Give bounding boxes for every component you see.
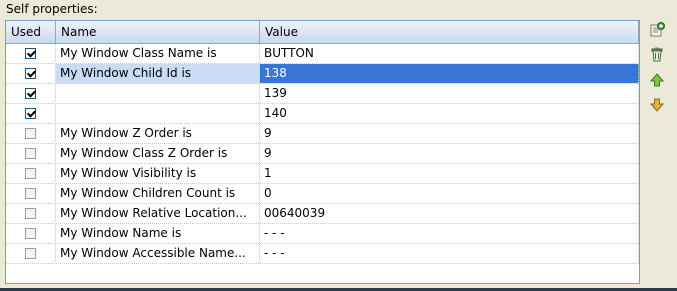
property-name-cell[interactable]: My Window Children Count is [56,184,260,203]
property-name-cell[interactable]: My Window Visibility is [56,164,260,183]
property-value-cell[interactable]: 00640039 [260,204,639,223]
table-row[interactable]: My Window Children Count is 0 [6,184,639,204]
table-row[interactable]: My Window Accessible Name... - - - [6,244,639,264]
property-value-cell[interactable]: 140 [260,104,639,123]
property-name-cell[interactable]: My Window Class Z Order is [56,144,260,163]
property-value-cell[interactable]: 138 [260,64,639,83]
property-value-cell[interactable]: 0 [260,184,639,203]
used-checkbox[interactable] [25,68,36,79]
table-row[interactable]: My Window Z Order is 9 [6,124,639,144]
used-cell [6,124,56,143]
property-name-cell[interactable]: My Window Child Id is [56,64,260,83]
used-checkbox[interactable] [25,88,36,99]
property-name-cell[interactable]: My Window Class Name is [56,44,260,63]
used-cell [6,204,56,223]
used-checkbox[interactable] [25,128,36,139]
grid-header: Used Name Value [6,21,639,44]
move-down-button[interactable] [647,95,667,114]
used-checkbox[interactable] [25,108,36,119]
table-row[interactable]: My Window Relative Location... 00640039 [6,204,639,224]
move-up-button[interactable] [647,70,667,89]
arrow-down-icon [650,98,664,112]
table-row[interactable]: My Window Class Z Order is 9 [6,144,639,164]
section-label: Self properties: [6,2,98,16]
property-name-cell[interactable]: My Window Z Order is [56,124,260,143]
used-cell [6,104,56,123]
property-value-cell[interactable]: - - - [260,224,639,243]
delete-button[interactable] [647,44,667,63]
property-name-cell[interactable] [56,104,260,123]
grid-body: My Window Class Name is BUTTON My Window C… [6,44,639,264]
table-row[interactable]: My Window Class Name is BUTTON [6,44,639,64]
property-name-cell[interactable] [56,84,260,103]
used-cell [6,84,56,103]
property-value-cell[interactable]: - - - [260,244,639,263]
used-cell [6,44,56,63]
used-cell [6,164,56,183]
used-checkbox[interactable] [25,228,36,239]
add-property-icon [650,21,665,36]
used-cell [6,244,56,263]
table-row[interactable]: 140 [6,104,639,124]
arrow-up-icon [650,72,664,86]
table-row[interactable]: 139 [6,84,639,104]
column-header-value[interactable]: Value [260,21,639,43]
property-name-cell[interactable]: My Window Name is [56,224,260,243]
table-row[interactable]: My Window Child Id is 138 [6,64,639,84]
used-checkbox[interactable] [25,148,36,159]
property-value-cell[interactable]: 9 [260,124,639,143]
used-checkbox[interactable] [25,208,36,219]
used-checkbox[interactable] [25,248,36,259]
used-cell [6,224,56,243]
table-row[interactable]: My Window Visibility is 1 [6,164,639,184]
add-property-button[interactable] [647,20,667,39]
column-header-used[interactable]: Used [6,21,56,43]
properties-grid: Used Name Value My Window Class Name is B… [5,20,640,284]
used-cell [6,144,56,163]
used-cell [6,64,56,83]
property-value-cell[interactable]: 9 [260,144,639,163]
used-checkbox[interactable] [25,188,36,199]
table-row[interactable]: My Window Name is - - - [6,224,639,244]
property-value-cell[interactable]: 139 [260,84,639,103]
property-value-cell[interactable]: BUTTON [260,44,639,63]
used-checkbox[interactable] [25,168,36,179]
column-header-name[interactable]: Name [56,21,260,43]
property-name-cell[interactable]: My Window Accessible Name... [56,244,260,263]
used-cell [6,184,56,203]
property-name-cell[interactable]: My Window Relative Location... [56,204,260,223]
trash-icon [651,47,663,61]
used-checkbox[interactable] [25,48,36,59]
property-value-cell[interactable]: 1 [260,164,639,183]
